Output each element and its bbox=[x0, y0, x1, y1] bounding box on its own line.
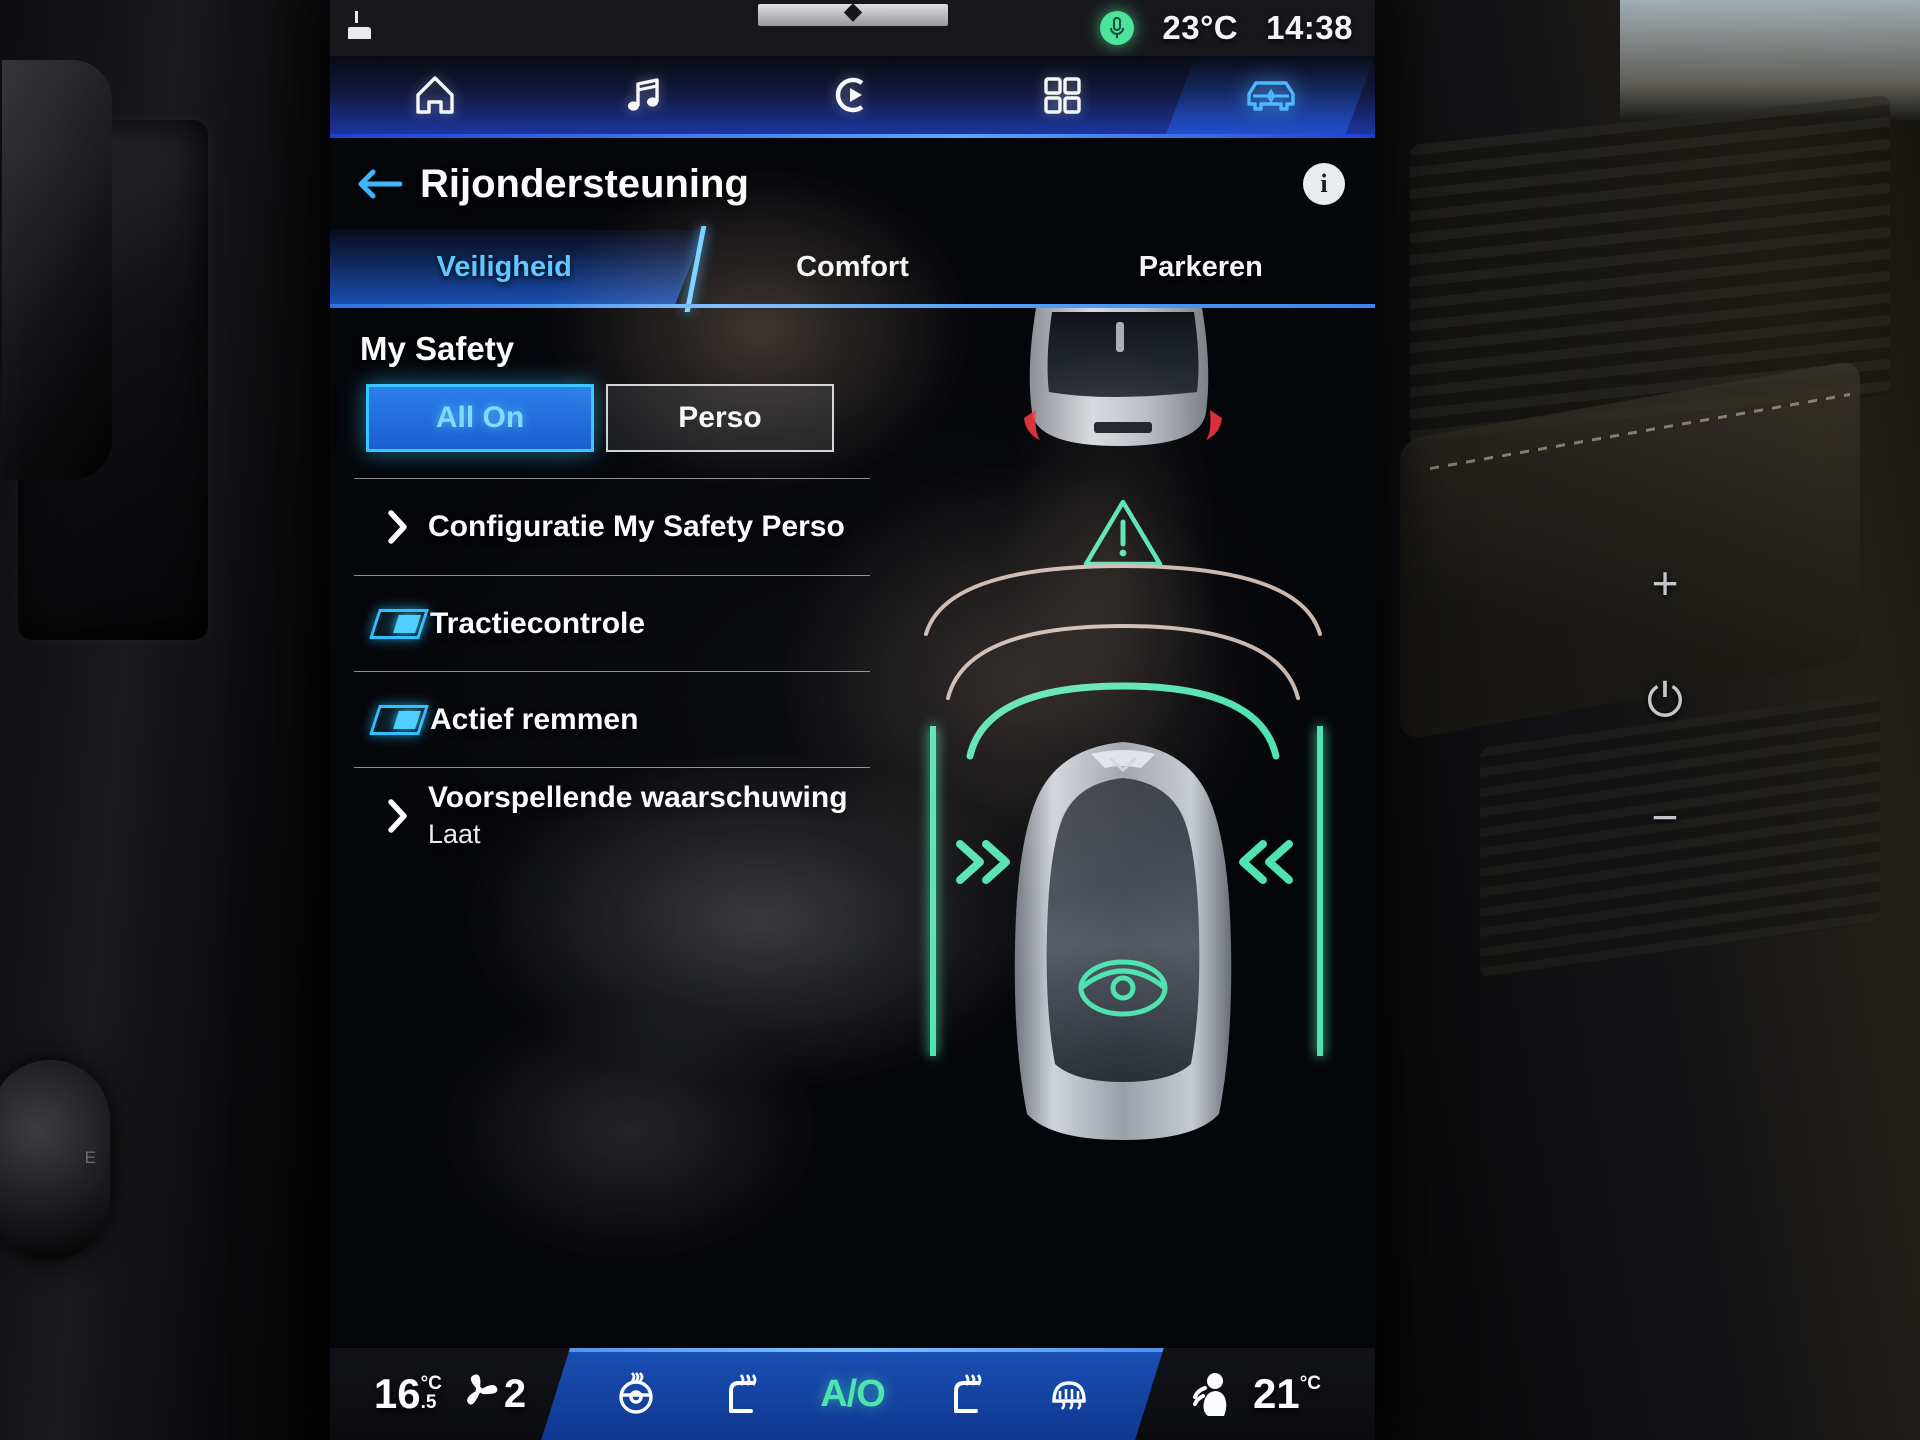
tab-bar: Veiligheid Comfort Parkeren bbox=[330, 230, 1375, 304]
nav-apps[interactable] bbox=[957, 56, 1166, 134]
nav-home[interactable] bbox=[330, 56, 539, 134]
lane-marker-icon bbox=[1317, 726, 1323, 1056]
climate-bar: 16 °C .5 2 A/O 21 °C bbox=[330, 1348, 1375, 1440]
seat-heat-right-icon[interactable] bbox=[942, 1371, 988, 1417]
volume-down-key[interactable]: − bbox=[1652, 794, 1679, 840]
row-sublabel: Laat bbox=[428, 819, 481, 849]
nav-media[interactable] bbox=[539, 56, 748, 134]
climate-right-zone[interactable]: 21 °C bbox=[1135, 1348, 1375, 1440]
dashboard-photo: E + ⏻ − 23°C 14:38 Rijondersteuning i Ve… bbox=[0, 0, 1920, 1440]
settings-pane: My Safety All On Perso Configuratie My S… bbox=[330, 308, 870, 1354]
vehicle-visualisation bbox=[870, 308, 1375, 1354]
rotary-knob[interactable]: E bbox=[0, 1060, 110, 1260]
hood-open-icon bbox=[347, 9, 374, 48]
volume-up-key[interactable]: + bbox=[1652, 560, 1679, 606]
mode-perso-button[interactable]: Perso bbox=[606, 384, 834, 452]
nav-vehicle[interactable] bbox=[1166, 56, 1375, 134]
chevron-right-icon bbox=[368, 508, 428, 546]
steering-wheel-heat-icon[interactable] bbox=[613, 1371, 659, 1417]
chevron-right-icon bbox=[368, 797, 428, 835]
driver-temperature-value: 16 bbox=[373, 1370, 421, 1417]
tab-parkeren[interactable]: Parkeren bbox=[1027, 230, 1375, 304]
climate-left-zone[interactable]: 16 °C .5 2 bbox=[330, 1348, 570, 1440]
row-voorspellende-waarschuwing[interactable]: Voorspellende waarschuwing Laat bbox=[354, 767, 870, 863]
airflow-person-icon[interactable] bbox=[1189, 1370, 1235, 1418]
lead-vehicle-icon bbox=[1023, 308, 1222, 446]
row-actief-remmen[interactable]: Actief remmen bbox=[354, 671, 870, 767]
tab-veiligheid[interactable]: Veiligheid bbox=[330, 230, 678, 304]
infotainment-screen[interactable]: 23°C 14:38 Rijondersteuning i Veiligheid… bbox=[330, 0, 1375, 1440]
driver-temperature-unit: °C bbox=[420, 1373, 442, 1394]
distance-arc-icon bbox=[923, 563, 1322, 760]
power-key[interactable]: ⏻ bbox=[1647, 677, 1683, 723]
ego-vehicle-icon bbox=[1014, 742, 1231, 1140]
passenger-temperature-value: 21 bbox=[1252, 1370, 1300, 1417]
main-nav-bar bbox=[330, 56, 1375, 134]
page-header: Rijondersteuning i bbox=[330, 138, 1375, 230]
microphone-icon[interactable] bbox=[1100, 11, 1135, 45]
page-title: Rijondersteuning bbox=[420, 161, 749, 206]
climate-buttons: A/O bbox=[570, 1371, 1135, 1417]
knob-label: E bbox=[84, 1148, 96, 1167]
row-label: Tractiecontrole bbox=[430, 606, 646, 640]
row-label: Actief remmen bbox=[430, 702, 639, 736]
settings-list: Configuratie My Safety Perso Tractiecont… bbox=[354, 478, 870, 863]
toggle-on-icon[interactable] bbox=[368, 704, 430, 735]
outside-temperature: 23°C bbox=[1162, 9, 1239, 46]
content-area: My Safety All On Perso Configuratie My S… bbox=[330, 308, 1375, 1354]
driver-temperature-decimal: .5 bbox=[420, 1392, 437, 1413]
fan-speed-value: 2 bbox=[503, 1371, 527, 1416]
nav-radio[interactable] bbox=[748, 56, 957, 134]
lane-marker-icon bbox=[930, 726, 936, 1056]
hood-reflection bbox=[757, 4, 948, 26]
arrow-left-icon[interactable] bbox=[352, 167, 408, 201]
row-configuratie-my-safety-perso[interactable]: Configuratie My Safety Perso bbox=[354, 479, 870, 575]
info-icon[interactable]: i bbox=[1303, 163, 1345, 205]
row-label: Voorspellende waarschuwing bbox=[428, 781, 848, 814]
mode-all-on-button[interactable]: All On bbox=[366, 384, 594, 452]
driver-temperature[interactable]: 16 °C .5 bbox=[374, 1370, 442, 1418]
seat-heat-left-icon[interactable] bbox=[717, 1371, 763, 1417]
passenger-temperature[interactable]: 21 °C bbox=[1253, 1370, 1321, 1418]
row-label: Configuratie My Safety Perso bbox=[428, 510, 845, 543]
passenger-temperature-unit: °C bbox=[1299, 1373, 1322, 1394]
clock: 14:38 bbox=[1266, 9, 1353, 46]
section-title-my-safety: My Safety bbox=[360, 330, 515, 367]
tab-comfort[interactable]: Comfort bbox=[678, 230, 1026, 304]
toggle-on-icon[interactable] bbox=[368, 608, 430, 639]
fan-speed-control[interactable]: 2 bbox=[460, 1372, 526, 1417]
hardware-keys: + ⏻ − bbox=[1620, 560, 1710, 840]
rear-defrost-icon[interactable] bbox=[1046, 1371, 1092, 1417]
fan-icon bbox=[460, 1372, 500, 1417]
auto-mode-button[interactable]: A/O bbox=[820, 1373, 886, 1416]
row-tractiecontrole[interactable]: Tractiecontrole bbox=[354, 575, 870, 671]
my-safety-mode-selector: All On Perso bbox=[366, 384, 870, 452]
